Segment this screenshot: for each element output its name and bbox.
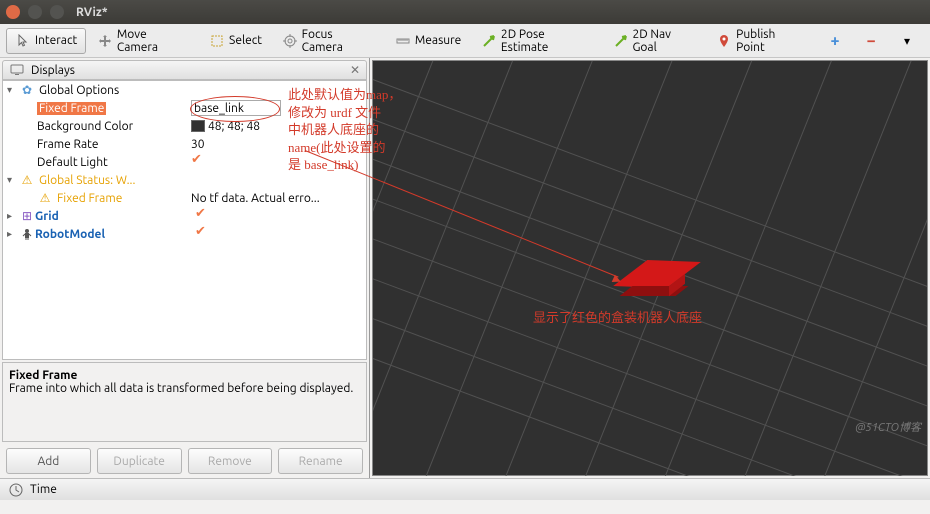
- expand-icon[interactable]: ▾: [7, 84, 19, 96]
- grid-icon: ⊞: [19, 208, 35, 224]
- window-title: RViz*: [76, 6, 108, 19]
- grid-label: Grid: [35, 210, 59, 223]
- color-swatch[interactable]: [191, 120, 205, 132]
- nav-goal-label: 2D Nav Goal: [632, 28, 696, 54]
- focus-camera-button[interactable]: Focus Camera: [273, 23, 384, 59]
- focus-camera-label: Focus Camera: [302, 28, 375, 54]
- global-status-label: Global Status: W...: [39, 174, 135, 187]
- add-tool-button[interactable]: +: [818, 28, 852, 54]
- annotation-bottom: 显示了红色的盒装机器人底座: [533, 309, 702, 327]
- move-camera-button[interactable]: Move Camera: [88, 23, 198, 59]
- interact-button[interactable]: Interact: [6, 28, 86, 54]
- main-area: Displays ✕ ▾ ✿ Global Options Fixed Frame…: [0, 58, 930, 478]
- description-panel: Fixed Frame Frame into which all data is…: [2, 362, 367, 442]
- remove-button[interactable]: Remove: [188, 448, 273, 474]
- panel-button-row: Add Duplicate Remove Rename: [0, 444, 369, 478]
- displays-panel-title: Displays: [31, 64, 75, 77]
- warning-icon: ⚠: [19, 172, 35, 188]
- tree-item-grid[interactable]: ▸ ⊞ Grid: [3, 207, 366, 225]
- robot-model-checkbox[interactable]: [195, 226, 209, 240]
- duplicate-button[interactable]: Duplicate: [97, 448, 182, 474]
- annotation-circle: [190, 96, 280, 122]
- tree-item-robot-model[interactable]: ▸ RobotModel: [3, 225, 366, 243]
- panel-close-button[interactable]: ✕: [350, 63, 360, 77]
- fixed-frame-sub-label: Fixed Frame: [57, 192, 122, 205]
- pointer-icon: [15, 33, 31, 49]
- select-icon: [209, 33, 225, 49]
- ruler-icon: [395, 33, 411, 49]
- expand-icon[interactable]: ▾: [7, 174, 19, 186]
- rename-button[interactable]: Rename: [278, 448, 363, 474]
- time-panel-header[interactable]: Time: [0, 478, 930, 500]
- annotation-top: 此处默认值为map， 修改为 urdf 文件 中机器人底座的 name(此处设置…: [288, 86, 401, 174]
- fixed-frame-msg: No tf data. Actual erro...: [187, 192, 366, 205]
- select-button[interactable]: Select: [200, 28, 271, 54]
- watermark: @51CTO博客: [855, 419, 921, 435]
- default-light-label: Default Light: [37, 156, 108, 169]
- move-icon: [97, 33, 113, 49]
- displays-icon: [9, 62, 25, 78]
- remove-tool-button[interactable]: −: [854, 28, 888, 54]
- bg-color-label: Background Color: [37, 120, 133, 133]
- window-titlebar: RViz*: [0, 0, 930, 24]
- 3d-viewport[interactable]: 显示了红色的盒装机器人底座 @51CTO博客: [372, 60, 928, 476]
- description-text: Frame into which all data is transformed…: [9, 382, 353, 395]
- measure-label: Measure: [415, 34, 461, 47]
- interact-label: Interact: [35, 34, 77, 47]
- toolbar-menu-button[interactable]: ▾: [890, 28, 924, 54]
- publish-point-button[interactable]: Publish Point: [708, 23, 814, 59]
- pose-estimate-label: 2D Pose Estimate: [501, 28, 593, 54]
- clock-icon: [8, 482, 24, 498]
- arrow-icon: [613, 33, 629, 49]
- pin-icon: [717, 33, 733, 49]
- pose-estimate-button[interactable]: 2D Pose Estimate: [472, 23, 602, 59]
- tree-item-fixed-frame-status[interactable]: ⚠ Fixed Frame No tf data. Actual erro...: [3, 189, 366, 207]
- arrow-icon: [481, 33, 497, 49]
- window-maximize-button[interactable]: [50, 5, 64, 19]
- minus-icon: −: [863, 33, 879, 49]
- publish-point-label: Publish Point: [736, 28, 805, 54]
- warning-icon: ⚠: [37, 190, 53, 206]
- expand-icon[interactable]: ▸: [7, 210, 19, 222]
- time-label: Time: [30, 483, 57, 496]
- chevron-down-icon: ▾: [899, 33, 915, 49]
- frame-rate-label: Frame Rate: [37, 138, 98, 151]
- window-close-button[interactable]: [6, 5, 20, 19]
- measure-button[interactable]: Measure: [386, 28, 470, 54]
- description-heading: Fixed Frame: [9, 369, 77, 382]
- window-minimize-button[interactable]: [28, 5, 42, 19]
- move-camera-label: Move Camera: [117, 28, 189, 54]
- default-light-checkbox[interactable]: [191, 154, 205, 168]
- add-button[interactable]: Add: [6, 448, 91, 474]
- nav-goal-button[interactable]: 2D Nav Goal: [604, 23, 706, 59]
- grid-checkbox[interactable]: [195, 208, 209, 222]
- select-label: Select: [229, 34, 262, 47]
- robot-model-label: RobotModel: [35, 228, 105, 241]
- global-options-label: Global Options: [39, 84, 119, 97]
- displays-panel-header[interactable]: Displays ✕: [2, 60, 367, 80]
- expand-icon[interactable]: ▸: [7, 228, 19, 240]
- main-toolbar: Interact Move Camera Select Focus Camera…: [0, 24, 930, 58]
- fixed-frame-label: Fixed Frame: [37, 102, 106, 115]
- robot-icon: [19, 226, 35, 242]
- plus-icon: +: [827, 33, 843, 49]
- target-icon: [282, 33, 298, 49]
- gear-icon: ✿: [19, 82, 35, 98]
